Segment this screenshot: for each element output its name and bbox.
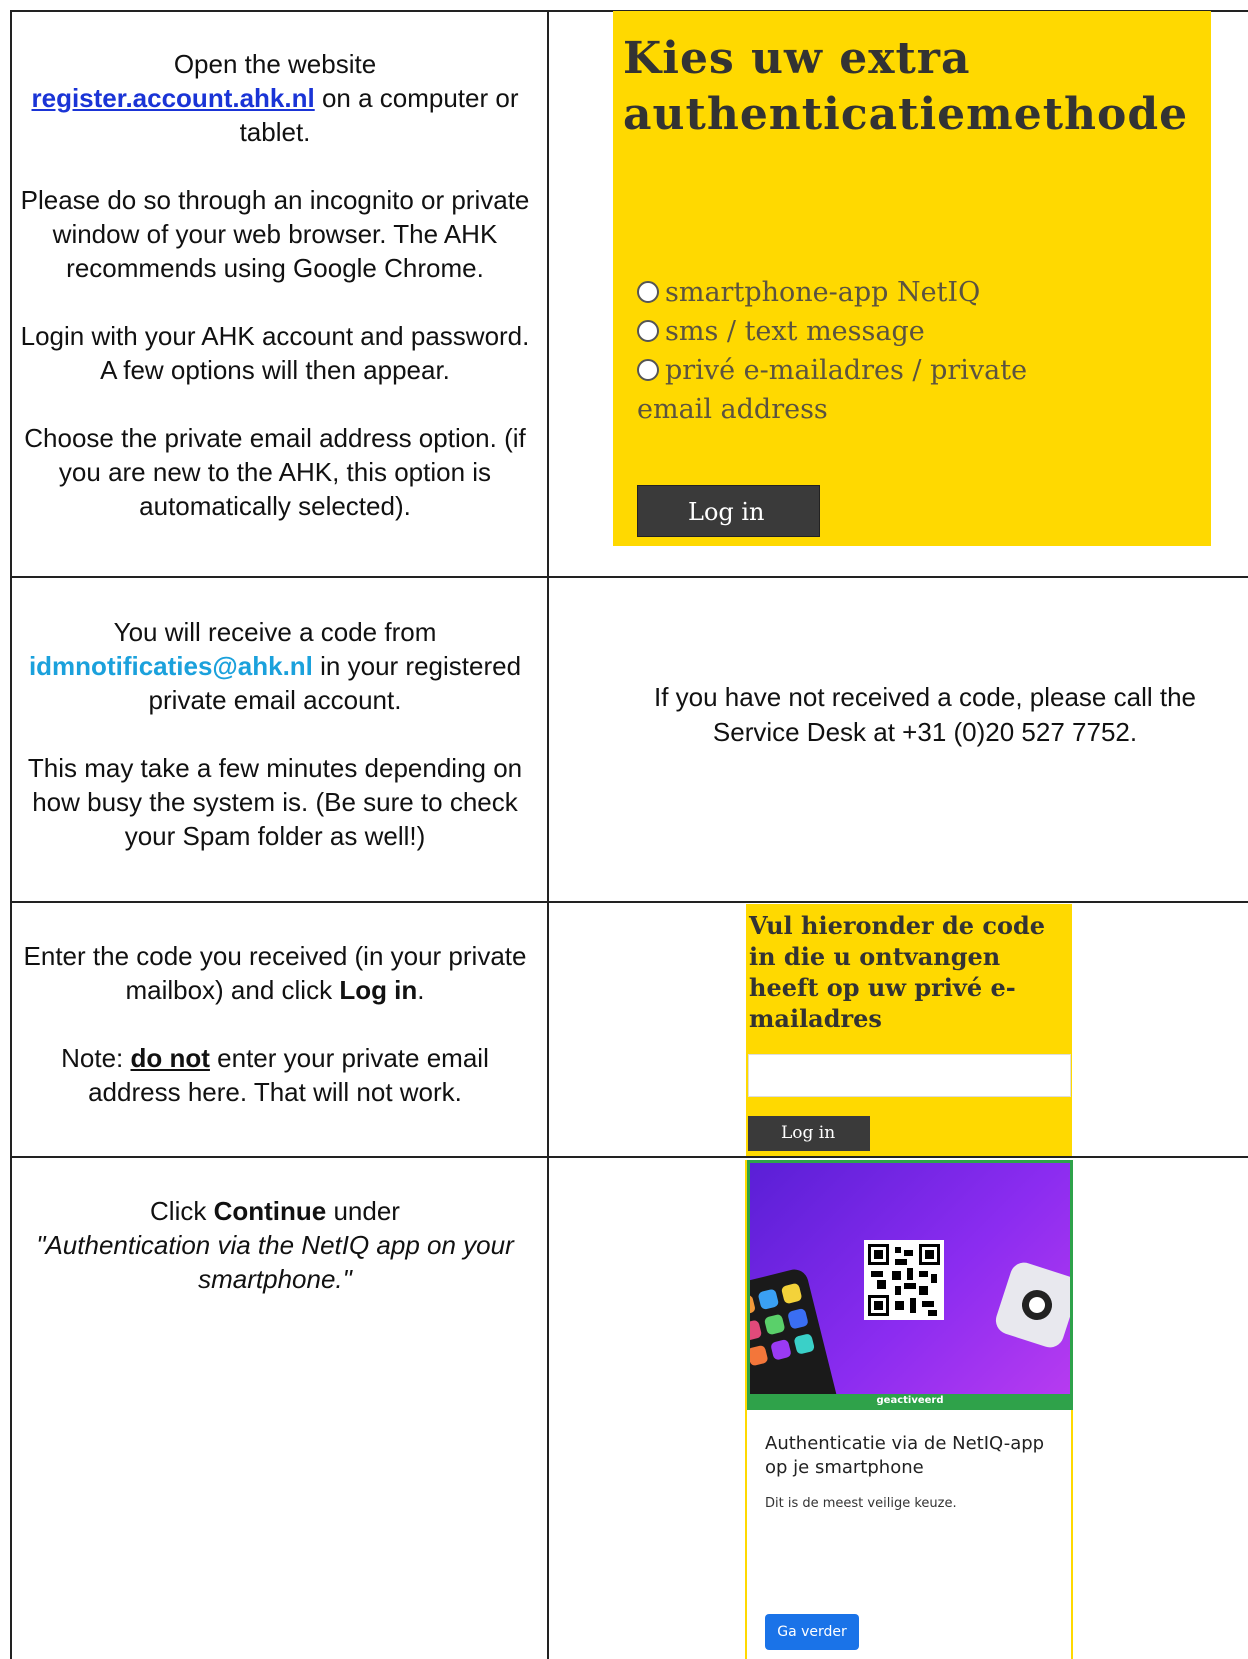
login-button[interactable]: Log in: [637, 485, 820, 537]
smartphone-icon: [750, 1266, 841, 1407]
table-divider-1: [10, 576, 1248, 578]
code-login-button[interactable]: Log in: [748, 1116, 870, 1151]
row3-paragraph-1: Enter the code you received (in your pri…: [23, 941, 527, 1005]
radio-icon[interactable]: [637, 281, 659, 303]
service-desk-note: If you have not received a code, please …: [653, 682, 1196, 747]
radio-icon[interactable]: [637, 359, 659, 381]
code-input[interactable]: [748, 1054, 1071, 1097]
table-divider-3: [10, 1156, 1248, 1158]
option-netiq[interactable]: smartphone-app NetIQ: [637, 273, 1077, 312]
netiq-card-title: Authenticatie via de NetIQ-app op je sma…: [765, 1433, 1045, 1478]
row2-paragraph-2: This may take a few minutes depending on…: [27, 753, 523, 851]
row3-paragraph-2: Note: do not enter your private email ad…: [61, 1043, 489, 1107]
row1-paragraph-3: Login with your AHK account and password…: [20, 321, 530, 385]
row1-paragraph-1: Open the website register.account.ahk.nl …: [31, 49, 519, 147]
row2-paragraph-1: You will receive a code from idmnotifica…: [28, 617, 522, 715]
option-private-email[interactable]: privé e-mailadres / private email addres…: [637, 351, 1077, 429]
notification-email[interactable]: idmnotificaties@ahk.nl: [29, 651, 313, 681]
row4-instructions: Click Continue under "Authentication via…: [12, 1194, 538, 1296]
code-entry-screenshot: Vul hieronder de code in die u ontvangen…: [746, 904, 1072, 1156]
row3-instructions: Enter the code you received (in your pri…: [12, 939, 538, 1109]
netiq-auth-card: geactiveerd Authenticatie via de NetIQ-a…: [745, 1160, 1073, 1659]
table-divider-2: [10, 901, 1248, 903]
qr-code-icon: [864, 1240, 944, 1320]
continue-button[interactable]: Ga verder: [765, 1614, 859, 1650]
register-link[interactable]: register.account.ahk.nl: [32, 83, 315, 113]
netiq-hero-image: geactiveerd: [747, 1160, 1073, 1410]
row4-paragraph-1: Click Continue under "Authentication via…: [36, 1196, 514, 1294]
row2-instructions: You will receive a code from idmnotifica…: [12, 615, 538, 853]
auth-method-title: Kies uw extra authenticatiemethode: [623, 33, 1189, 140]
auth-method-screenshot: Kies uw extra authenticatiemethode smart…: [613, 11, 1211, 546]
auth-method-options: smartphone-app NetIQ sms / text message …: [637, 273, 1077, 429]
activated-badge: geactiveerd: [750, 1394, 1070, 1407]
row1-instructions: Open the website register.account.ahk.nl …: [12, 47, 538, 523]
table-column-divider: [547, 10, 549, 1659]
row1-paragraph-2: Please do so through an incognito or pri…: [20, 185, 530, 283]
row1-paragraph-4: Choose the private email address option.…: [24, 423, 526, 521]
radio-icon[interactable]: [637, 320, 659, 342]
camera-icon: [992, 1258, 1070, 1352]
code-entry-title: Vul hieronder de code in die u ontvangen…: [749, 911, 1046, 1033]
netiq-card-subtitle: Dit is de meest veilige keuze.: [765, 1496, 957, 1511]
option-sms[interactable]: sms / text message: [637, 312, 1077, 351]
